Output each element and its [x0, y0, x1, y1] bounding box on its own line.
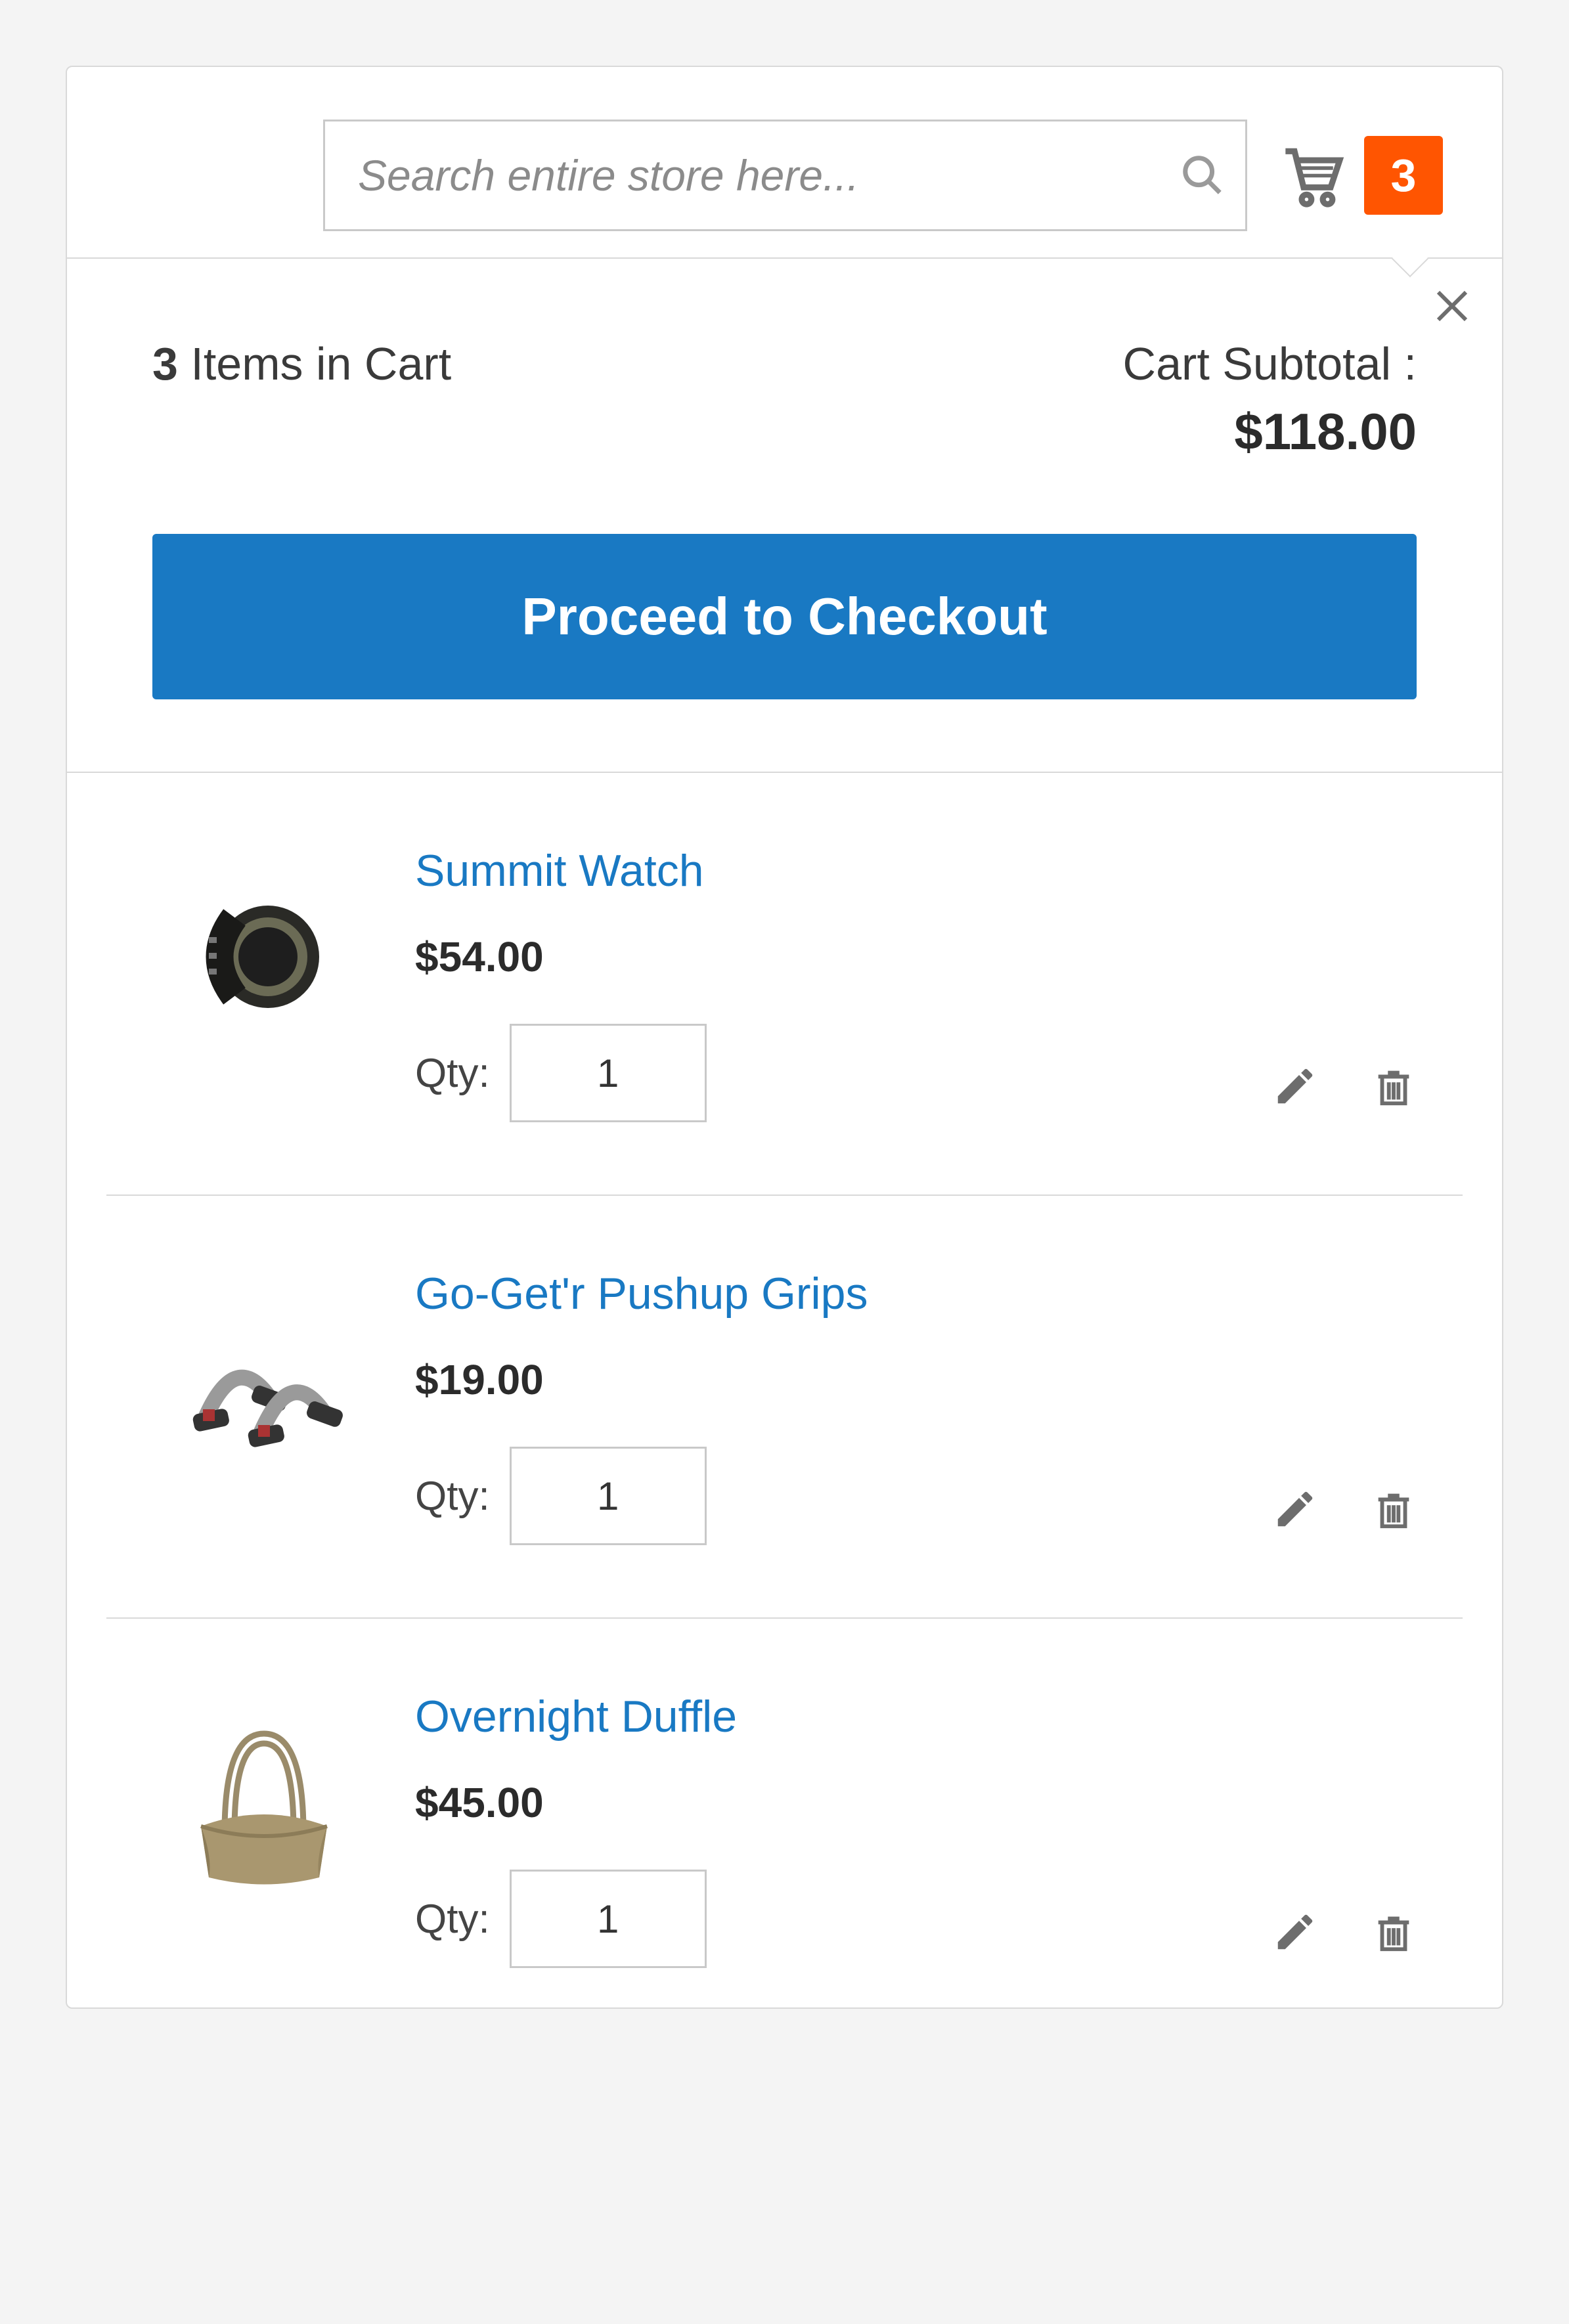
qty-input[interactable]	[510, 1870, 707, 1968]
subtotal-label: Cart Subtotal :	[1123, 338, 1417, 390]
shopping-cart-icon	[1273, 139, 1346, 211]
product-thumbnail[interactable]	[152, 1268, 376, 1491]
trash-icon[interactable]	[1371, 1063, 1417, 1109]
trash-icon[interactable]	[1371, 1909, 1417, 1955]
cart-item: Overnight Duffle $45.00 Qty:	[106, 1619, 1463, 2007]
items-in-cart-label: 3 Items in Cart	[152, 338, 451, 390]
search-box[interactable]	[323, 120, 1247, 231]
cart-toggle[interactable]: 3	[1273, 136, 1443, 215]
edit-icon[interactable]	[1272, 1486, 1318, 1532]
cart-items-list: Summit Watch $54.00 Qty:	[67, 773, 1502, 2007]
product-name-link[interactable]: Summit Watch	[415, 845, 1417, 896]
search-input[interactable]	[325, 150, 1160, 200]
product-price: $54.00	[415, 932, 1417, 981]
close-icon[interactable]	[1428, 282, 1476, 330]
qty-label: Qty:	[415, 1896, 490, 1942]
qty-input[interactable]	[510, 1024, 707, 1122]
edit-icon[interactable]	[1272, 1063, 1318, 1109]
items-count: 3	[152, 338, 178, 389]
product-name-link[interactable]: Go-Get'r Pushup Grips	[415, 1268, 1417, 1319]
subtotal-amount: $118.00	[1123, 402, 1417, 462]
product-price: $45.00	[415, 1778, 1417, 1827]
product-thumbnail[interactable]	[152, 845, 376, 1068]
search-icon[interactable]	[1160, 152, 1245, 198]
header-bar: 3	[67, 67, 1502, 259]
trash-icon[interactable]	[1371, 1486, 1417, 1532]
items-suffix: Items in Cart	[178, 338, 451, 389]
qty-label: Qty:	[415, 1473, 490, 1520]
cart-count-badge: 3	[1364, 136, 1443, 215]
qty-input[interactable]	[510, 1447, 707, 1545]
product-price: $19.00	[415, 1355, 1417, 1404]
cart-summary: 3 Items in Cart Cart Subtotal : $118.00 …	[67, 259, 1502, 773]
qty-label: Qty:	[415, 1050, 490, 1097]
proceed-to-checkout-button[interactable]: Proceed to Checkout	[152, 534, 1417, 699]
cart-item: Summit Watch $54.00 Qty:	[106, 773, 1463, 1196]
cart-item: Go-Get'r Pushup Grips $19.00 Qty:	[106, 1196, 1463, 1619]
minicart-panel: 3 3 Items in Cart Cart Subtotal : $118.0…	[66, 66, 1503, 2009]
product-name-link[interactable]: Overnight Duffle	[415, 1691, 1417, 1742]
edit-icon[interactable]	[1272, 1909, 1318, 1955]
product-thumbnail[interactable]	[152, 1691, 376, 1914]
subtotal-block: Cart Subtotal : $118.00	[1123, 338, 1417, 462]
